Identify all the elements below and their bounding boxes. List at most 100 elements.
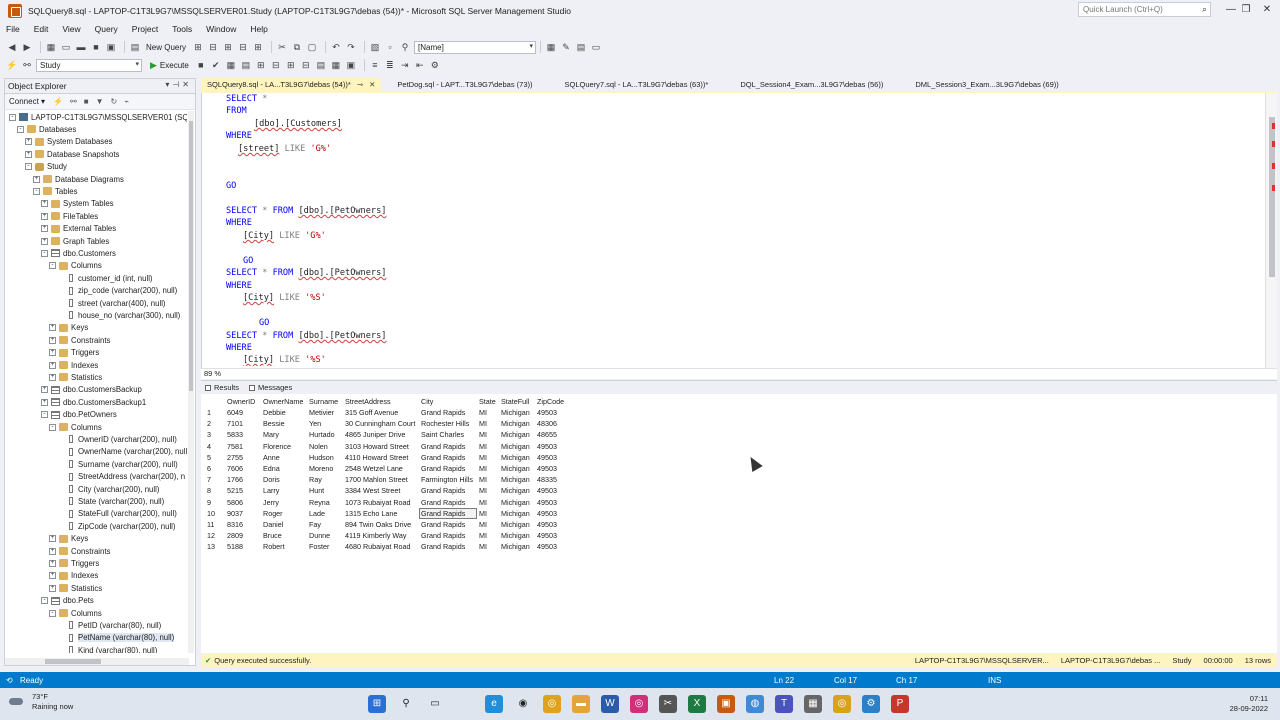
change-connection-icon[interactable]: ⚯ <box>21 58 33 72</box>
expand-icon[interactable]: + <box>25 150 32 158</box>
grid-cell[interactable]: MI <box>477 463 499 474</box>
table-row[interactable]: 10 9037 Roger Lade 1315 Echo Lane Grand Rapid… <box>205 507 566 519</box>
grid-cell[interactable]: 8316 <box>225 519 261 530</box>
close-icon[interactable]: ✕ <box>369 80 375 89</box>
expand-icon[interactable]: + <box>41 200 48 208</box>
grid-cell[interactable]: 48335 <box>535 474 566 485</box>
window-layout-icon[interactable]: ▭ <box>590 40 602 54</box>
table-row[interactable]: 12 2809 Bruce Dunne 4119 Kimberly Way Grand R… <box>205 530 566 541</box>
grid-cell[interactable]: MI <box>477 441 499 452</box>
grid-cell[interactable]: MI <box>477 418 499 429</box>
xmla-query-icon[interactable]: ⊟ <box>237 40 249 54</box>
grid-cell[interactable]: Mary <box>261 429 307 440</box>
grid-cell[interactable]: 49503 <box>535 497 566 508</box>
grid-cell[interactable]: Robert <box>261 541 307 552</box>
collapse-icon[interactable]: - <box>49 609 56 617</box>
table-row[interactable]: 8 5215 Larry Hunt 3384 West Street Grand Rapi… <box>205 485 566 496</box>
navigate-icon[interactable]: ▫ <box>384 40 396 54</box>
grid-cell[interactable]: Rochester Hills <box>419 418 477 429</box>
pin-icon[interactable]: ⊣ <box>172 80 182 89</box>
tree-node[interactable]: + Keys <box>49 322 88 334</box>
tree-node[interactable]: + Database Diagrams <box>33 173 124 185</box>
grid-cell[interactable]: Michigan <box>499 429 535 440</box>
grid-cell[interactable]: Grand Rapids <box>419 407 477 418</box>
redo-icon[interactable]: ↷ <box>345 40 357 54</box>
grid-cell[interactable]: MI <box>477 429 499 440</box>
grid-cell[interactable]: Ray <box>307 474 343 485</box>
grid-cell[interactable]: 5188 <box>225 541 261 552</box>
expand-icon[interactable]: + <box>49 584 56 592</box>
expand-icon[interactable]: + <box>33 175 40 183</box>
grid-cell[interactable]: Michigan <box>499 519 535 530</box>
quick-launch-input[interactable]: Quick Launch (Ctrl+Q) ⌕ <box>1078 2 1211 17</box>
collapse-icon[interactable]: - <box>41 249 48 257</box>
expand-icon[interactable]: + <box>25 138 32 146</box>
connect-button[interactable]: Connect ▾ <box>9 97 45 106</box>
connect-icon[interactable]: ⚡ <box>53 97 63 106</box>
new-project-icon[interactable]: ▦ <box>45 40 57 54</box>
tree-node[interactable]: customer_id (int, null) <box>57 272 153 284</box>
menu-view[interactable]: View <box>62 24 80 34</box>
tree-node[interactable]: OwnerName (varchar(200), null <box>57 446 187 458</box>
grid-cell[interactable]: 49503 <box>535 541 566 552</box>
grid-cell[interactable]: Roger <box>261 508 307 519</box>
table-row[interactable]: 1 6049 Debbie Metivier 315 Goff Avenue Grand … <box>205 407 566 418</box>
tree-node[interactable]: PetName (varchar(80), null) <box>57 632 175 644</box>
save-all-icon[interactable]: ▣ <box>105 40 117 54</box>
chrome-alt-icon[interactable]: ◎ <box>833 695 851 713</box>
expand-icon[interactable]: + <box>41 225 48 233</box>
save-icon[interactable]: ■ <box>90 40 102 54</box>
undo-icon[interactable]: ↶ <box>330 40 342 54</box>
tree-node[interactable]: - Databases <box>17 123 76 135</box>
das-query-icon[interactable]: ⊞ <box>252 40 264 54</box>
expand-icon[interactable]: + <box>49 336 56 344</box>
live-stats-icon[interactable]: ⊞ <box>285 58 297 72</box>
tree-node[interactable]: State (varchar(200), null) <box>57 495 164 507</box>
column-header[interactable]: Surname <box>307 396 343 407</box>
grid-cell[interactable]: 315 Goff Avenue <box>343 407 419 418</box>
github-icon[interactable]: ◉ <box>514 695 532 713</box>
cut-icon[interactable]: ✂ <box>276 40 288 54</box>
grid-cell[interactable]: 49503 <box>535 407 566 418</box>
disconnect-icon[interactable]: ⚯ <box>70 97 77 106</box>
grid-cell[interactable]: 9037 <box>225 508 261 519</box>
back-icon[interactable]: ◀ <box>6 40 18 54</box>
column-header[interactable]: City <box>419 396 477 407</box>
grid-cell[interactable]: Michigan <box>499 407 535 418</box>
grid-cell[interactable]: 7101 <box>225 418 261 429</box>
column-header[interactable]: State <box>477 396 499 407</box>
grid-cell[interactable]: Doris <box>261 474 307 485</box>
grid-cell[interactable]: Daniel <box>261 519 307 530</box>
collapse-icon[interactable]: - <box>33 187 40 195</box>
browser-icon[interactable]: ◍ <box>746 695 764 713</box>
tree-node[interactable]: City (varchar(200), null) <box>57 483 159 495</box>
weather-widget[interactable]: 73°F Raining now <box>8 692 73 712</box>
paste-icon[interactable]: ▢ <box>306 40 318 54</box>
results-text-icon[interactable]: ▤ <box>315 58 327 72</box>
grid-cell[interactable]: MI <box>477 452 499 463</box>
menu-tools[interactable]: Tools <box>172 24 192 34</box>
grid-cell[interactable]: Larry <box>261 485 307 496</box>
grid-cell[interactable]: Grand Rapids <box>419 441 477 452</box>
tree-node[interactable]: + Triggers <box>49 557 99 569</box>
expand-icon[interactable]: + <box>41 237 48 245</box>
table-row[interactable]: 2 7101 Bessie Yen 30 Cunningham Court Rochest… <box>205 418 566 429</box>
tree-node[interactable]: + Statistics <box>49 371 102 383</box>
expand-icon[interactable]: + <box>49 535 56 543</box>
grid-cell[interactable]: Hunt <box>307 485 343 496</box>
indent-icon[interactable]: ⇥ <box>399 58 411 72</box>
grid-cell[interactable]: Michigan <box>499 530 535 541</box>
tab-sqlquery7[interactable]: SQLQuery7.sql - LA...T3L9G7\debas (63))* <box>559 78 715 92</box>
table-row[interactable]: 5 2755 Anne Hudson 4110 Howard Street Grand R… <box>205 452 566 463</box>
grid-cell[interactable]: Lade <box>307 508 343 519</box>
tree-node[interactable]: - dbo.PetOwners <box>41 409 117 421</box>
grid-cell[interactable]: 1700 Mahlon Street <box>343 474 419 485</box>
grid-cell[interactable]: 1766 <box>225 474 261 485</box>
grid-cell[interactable]: Edna <box>261 463 307 474</box>
grid-cell[interactable]: Saint Charles <box>419 429 477 440</box>
grid-cell[interactable]: 49503 <box>535 463 566 474</box>
grid-cell[interactable]: Michigan <box>499 463 535 474</box>
query-designer-icon[interactable]: ▤ <box>240 58 252 72</box>
parse-icon[interactable]: ✔ <box>210 58 222 72</box>
grid-cell[interactable]: Metivier <box>307 407 343 418</box>
